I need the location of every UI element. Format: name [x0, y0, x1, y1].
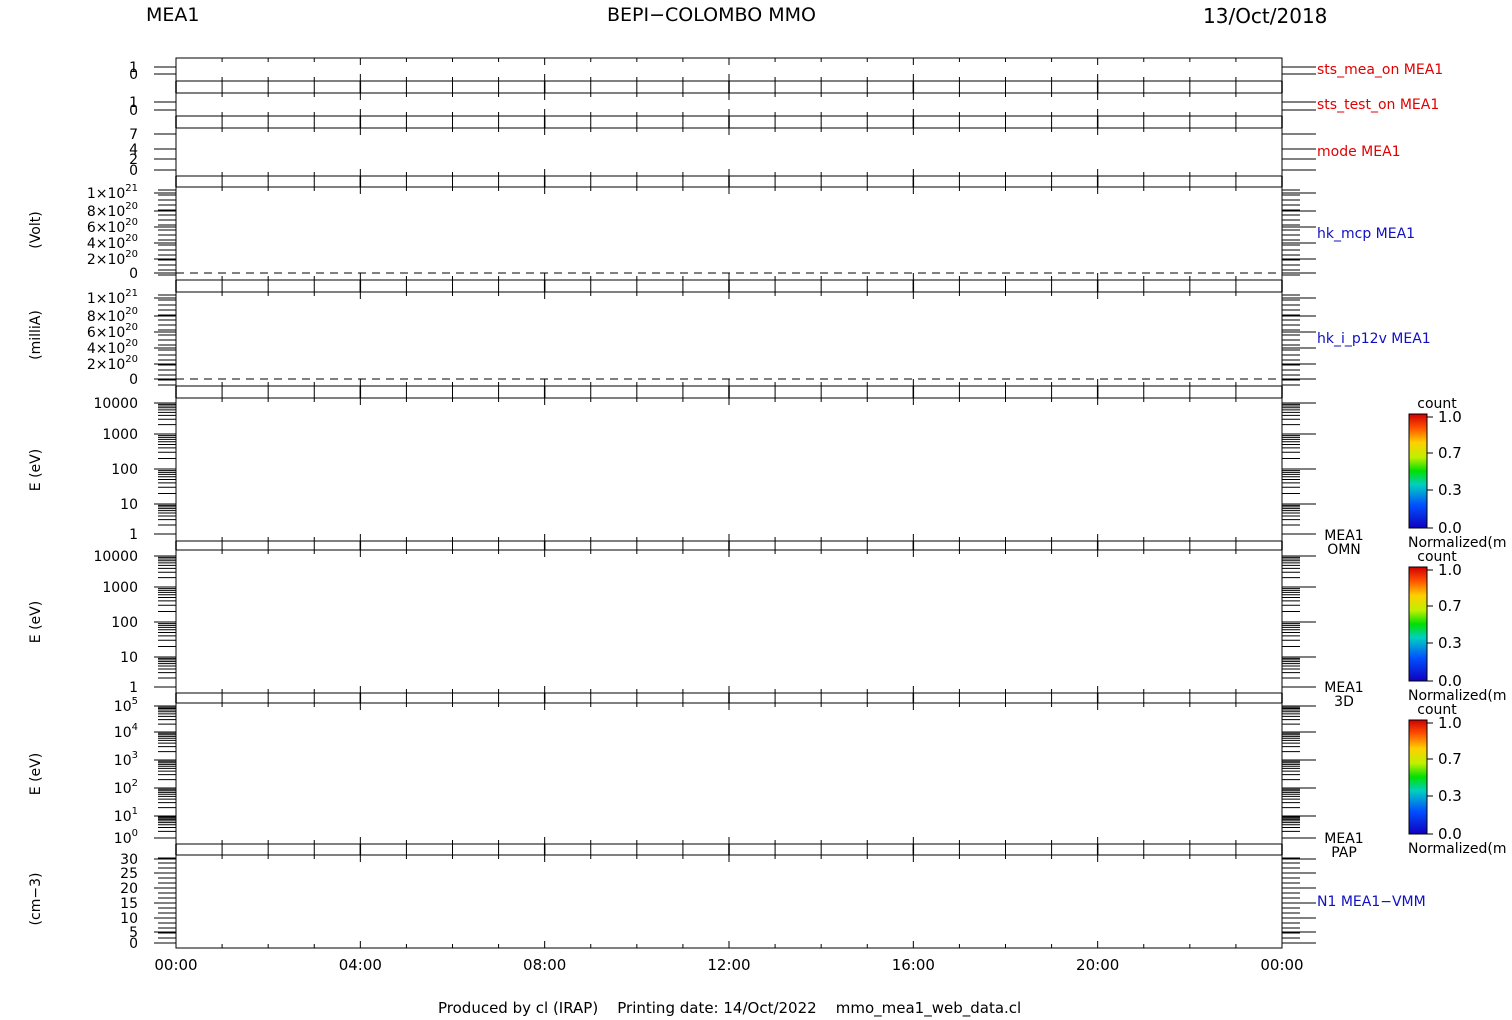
- y-tick-label: 15: [120, 896, 138, 912]
- panel-label-mode: OMN: [1327, 542, 1361, 558]
- y-tick-label: 1000: [102, 580, 138, 596]
- panel-frame-omn: [175, 397, 1283, 542]
- y-tick-label: 100: [111, 615, 138, 631]
- colorbar-tick-label: 0.3: [1438, 634, 1462, 652]
- colorbar: [1408, 719, 1428, 835]
- y-tick-label: 1×1021: [87, 183, 138, 202]
- y-tick-label: 7: [129, 127, 138, 143]
- colorbar: [1408, 566, 1428, 682]
- y-tick-label: 0: [129, 372, 138, 388]
- panel-frame-mode: [175, 127, 1283, 177]
- y-tick-label: 10: [120, 650, 138, 666]
- y-tick-label: 1×1021: [87, 288, 138, 307]
- panel-frame-n1: [175, 854, 1283, 949]
- y-tick-label: 0: [129, 67, 138, 83]
- y-tick-label: 105: [114, 696, 138, 715]
- colorbar-tick-label: 1.0: [1438, 561, 1462, 579]
- y-tick-label: 100: [114, 828, 138, 847]
- y-tick-label: 1: [129, 527, 138, 543]
- y-tick-label: 102: [114, 778, 138, 797]
- y-tick-label: 1: [129, 680, 138, 696]
- colorbar-tick-label: 0.7: [1438, 597, 1462, 615]
- y-axis-label: E (eV): [28, 449, 44, 491]
- y-tick-label: 103: [114, 750, 138, 769]
- x-tick-label: 20:00: [1076, 956, 1119, 974]
- y-axis-label: (Volt): [28, 211, 44, 248]
- panel-label-sts_mea_on: sts_mea_on MEA1: [1317, 62, 1443, 78]
- y-tick-label: 10: [120, 497, 138, 513]
- panel-label-hk_i_p12v: hk_i_p12v MEA1: [1317, 331, 1431, 347]
- panel-label-n1: N1 MEA1−VMM: [1317, 894, 1426, 910]
- y-tick-label: 0: [129, 266, 138, 282]
- y-tick-label: 101: [114, 806, 138, 825]
- y-axis-label: (cm−3): [28, 873, 44, 926]
- panel-label-mode: PAP: [1331, 845, 1357, 861]
- panel-frame-hk_mcp: [175, 186, 1283, 281]
- y-tick-label: 0: [129, 163, 138, 179]
- colorbar-tick-label: 0.3: [1438, 481, 1462, 499]
- y-tick-label: 20: [120, 881, 138, 897]
- stacked-panels-plot: 10 sts_mea_on MEA110 sts_test_on MEA17420m…: [28, 57, 1507, 974]
- y-tick-label: 25: [120, 866, 138, 882]
- x-tick-label: 00:00: [154, 956, 197, 974]
- x-tick-label: 12:00: [707, 956, 750, 974]
- colorbar-tick-label: 0.7: [1438, 750, 1462, 768]
- colorbar-tick-label: 0.3: [1438, 787, 1462, 805]
- y-axis-label: (milliA): [28, 310, 44, 360]
- x-tick-label: 04:00: [339, 956, 382, 974]
- colorbar: [1408, 413, 1428, 529]
- panel-label-hk_mcp: hk_mcp MEA1: [1317, 226, 1415, 242]
- y-tick-label: 0: [129, 103, 138, 119]
- y-axis-label: E (eV): [28, 601, 44, 643]
- x-tick-label: 16:00: [892, 956, 935, 974]
- colorbar-tick-label: 1.0: [1438, 408, 1462, 426]
- x-tick-label: 00:00: [1260, 956, 1303, 974]
- colorbar-tick-label: 1.0: [1438, 714, 1462, 732]
- panel-frame-hk_i_p12v: [175, 291, 1283, 387]
- y-tick-label: 100: [111, 462, 138, 478]
- x-tick-label: 08:00: [523, 956, 566, 974]
- panel-frame-3d: [175, 549, 1283, 694]
- y-tick-label: 2×1020: [87, 354, 138, 373]
- y-tick-label: 10000: [93, 396, 138, 412]
- panel-frame-pap: [175, 702, 1283, 845]
- y-tick-label: 104: [114, 722, 138, 741]
- panel-label-mode: 3D: [1334, 694, 1354, 710]
- panel-label-mode: mode MEA1: [1317, 144, 1401, 160]
- y-axis-label: E (eV): [28, 753, 44, 795]
- colorbar-unit-label: Normalized(m: [1408, 841, 1507, 857]
- y-tick-label: 10000: [93, 549, 138, 565]
- y-tick-label: 0: [129, 936, 138, 952]
- panel-label-sts_test_on: sts_test_on MEA1: [1317, 97, 1439, 113]
- colorbar-tick-label: 0.7: [1438, 444, 1462, 462]
- y-tick-label: 1000: [102, 427, 138, 443]
